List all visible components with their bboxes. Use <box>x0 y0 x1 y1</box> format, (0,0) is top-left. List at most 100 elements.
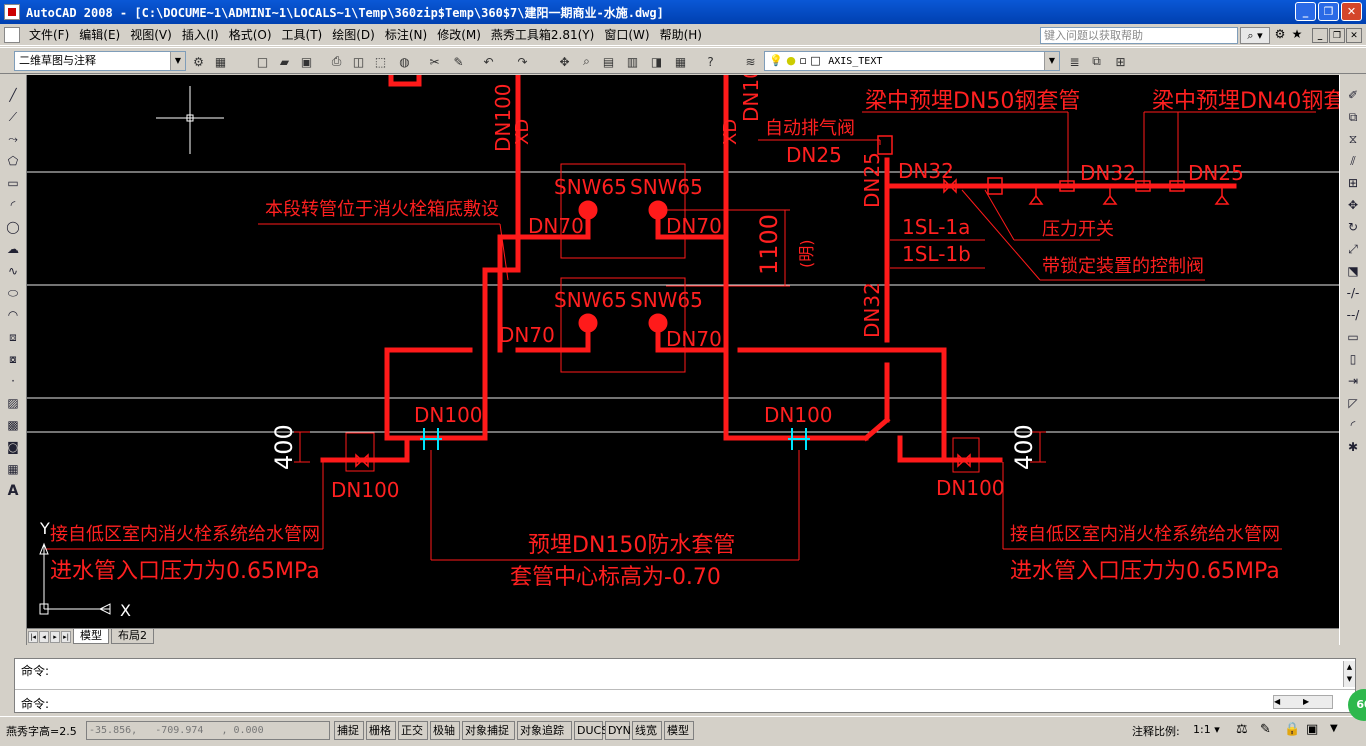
menu-item[interactable]: 插入(I) <box>177 25 224 45</box>
command-input[interactable]: 命令: <box>21 695 49 712</box>
redo-icon[interactable]: ↷ <box>514 53 531 70</box>
erase-icon[interactable]: ✐ <box>1345 87 1361 103</box>
make-block-icon[interactable]: ⧇ <box>5 351 21 367</box>
new-file-icon[interactable]: □ <box>254 53 271 70</box>
break-icon[interactable]: ▯ <box>1345 351 1361 367</box>
minimize-button[interactable]: _ <box>1295 2 1316 21</box>
cut-icon[interactable]: ✂ <box>426 53 443 70</box>
ellipse-arc-icon[interactable]: ◠ <box>5 307 21 323</box>
status-toggle-button[interactable]: DUCS <box>574 721 608 740</box>
polyline-icon[interactable]: ⤳ <box>5 131 21 147</box>
annotation-scale-select[interactable]: 1:1 ▾ <box>1193 723 1220 736</box>
status-toggle-button[interactable]: 正交 <box>398 721 428 740</box>
arc-icon[interactable]: ◜ <box>5 197 21 213</box>
scale-icon[interactable]: ⤢ <box>1345 241 1361 257</box>
design-center-icon[interactable]: ▥ <box>624 53 641 70</box>
markup-icon[interactable]: ◨ <box>648 53 665 70</box>
construction-line-icon[interactable]: ⟋ <box>5 109 21 125</box>
offset-icon[interactable]: ⫽ <box>1345 153 1361 169</box>
ellipse-icon[interactable]: ⬭ <box>5 285 21 301</box>
coordinate-readout[interactable]: -35.856, -709.974 , 0.000 <box>86 721 330 740</box>
workspace-select[interactable]: 二维草图与注释 ▼ <box>14 51 186 71</box>
chevron-down-icon[interactable]: ▼ <box>170 52 185 70</box>
rectangle-icon[interactable]: ▭ <box>5 175 21 191</box>
status-toggle-button[interactable]: 捕捉 <box>334 721 364 740</box>
search-icon[interactable]: ⌕ ▾ <box>1240 27 1270 44</box>
multiline-text-icon[interactable]: A <box>5 483 21 499</box>
mirror-icon[interactable]: ⧖ <box>1345 131 1361 147</box>
prev-tab-icon[interactable]: ◂ <box>39 630 49 643</box>
chamfer-icon[interactable]: ◸ <box>1345 395 1361 411</box>
zoom-icon[interactable]: ⌕ <box>578 53 595 70</box>
spline-icon[interactable]: ∿ <box>5 263 21 279</box>
menu-item[interactable]: 窗口(W) <box>599 25 654 45</box>
publish-icon[interactable]: ⬚ <box>372 53 389 70</box>
speed-badge[interactable]: 60 <box>1348 689 1366 721</box>
save-icon[interactable]: ▣ <box>298 53 315 70</box>
line-icon[interactable]: ╱ <box>5 87 21 103</box>
status-toggle-button[interactable]: 极轴 <box>430 721 460 740</box>
plot-preview-icon[interactable]: ◫ <box>350 53 367 70</box>
polygon-icon[interactable]: ⬠ <box>5 153 21 169</box>
command-hscrollbar[interactable]: ◀ ▶ <box>1273 695 1333 709</box>
fillet-icon[interactable]: ◜ <box>1345 417 1361 433</box>
status-toggle-button[interactable]: 对象捕捉 <box>462 721 515 740</box>
region-icon[interactable]: ◙ <box>5 439 21 455</box>
menu-item[interactable]: 工具(T) <box>277 25 328 45</box>
hatch-icon[interactable]: ▨ <box>5 395 21 411</box>
stretch-icon[interactable]: ⬔ <box>1345 263 1361 279</box>
menu-item[interactable]: 格式(O) <box>224 25 277 45</box>
chevron-down-icon[interactable]: ▼ <box>1044 52 1059 70</box>
point-icon[interactable]: · <box>5 373 21 389</box>
help-icon[interactable]: ? <box>702 53 719 70</box>
array-icon[interactable]: ⊞ <box>1345 175 1361 191</box>
3d-dwf-icon[interactable]: ◍ <box>396 53 413 70</box>
doc-restore-button[interactable]: ❐ <box>1329 28 1345 43</box>
make-current-layer-icon[interactable]: ≣ <box>1066 53 1083 70</box>
favorites-star-icon[interactable]: ★ <box>1289 27 1305 44</box>
next-tab-icon[interactable]: ▸ <box>50 630 60 643</box>
close-button[interactable]: ✕ <box>1341 2 1362 21</box>
doc-close-button[interactable]: ✕ <box>1346 28 1362 43</box>
explode-icon[interactable]: ✱ <box>1345 439 1361 455</box>
table-icon[interactable]: ▦ <box>5 461 21 477</box>
doc-minimize-button[interactable]: _ <box>1312 28 1328 43</box>
circle-icon[interactable]: ◯ <box>5 219 21 235</box>
last-tab-icon[interactable]: ▸| <box>61 630 71 643</box>
undo-icon[interactable]: ↶ <box>480 53 497 70</box>
menu-item[interactable]: 视图(V) <box>125 25 177 45</box>
menu-item[interactable]: 编辑(E) <box>74 25 125 45</box>
tab-model[interactable]: 模型 <box>73 629 109 644</box>
document-icon[interactable] <box>4 26 20 43</box>
autocad-app-icon[interactable] <box>4 4 20 20</box>
status-toggle-button[interactable]: 线宽 <box>632 721 662 740</box>
plot-icon[interactable]: ⎙ <box>328 53 345 70</box>
pan-icon[interactable]: ✥ <box>556 53 573 70</box>
status-toggle-button[interactable]: 栅格 <box>366 721 396 740</box>
break-at-point-icon[interactable]: ▭ <box>1345 329 1361 345</box>
layer-manager-icon[interactable]: ≋ <box>742 53 759 70</box>
menu-item[interactable]: 文件(F) <box>24 25 74 45</box>
move-icon[interactable]: ✥ <box>1345 197 1361 213</box>
menu-item[interactable]: 帮助(H) <box>655 25 707 45</box>
menu-item[interactable]: 燕秀工具箱2.81(Y) <box>486 25 599 45</box>
command-scrollbar[interactable]: ▲ ▼ <box>1343 661 1355 687</box>
match-properties-icon[interactable]: ✎ <box>450 53 467 70</box>
lock-icon[interactable]: 🔒 <box>1284 722 1300 737</box>
drawing-canvas[interactable]: DN100 XD DN10 XD DN70 DN70 DN70 DN70 SNW… <box>27 75 1339 628</box>
status-toggle-button[interactable]: 对象追踪 <box>517 721 572 740</box>
menu-item[interactable]: 绘图(D) <box>327 25 380 45</box>
restore-button[interactable]: ❐ <box>1318 2 1339 21</box>
toolpalette-icon[interactable]: ▦ <box>212 53 229 70</box>
annotation-visibility-icon[interactable]: ⚖ <box>1236 722 1248 737</box>
status-toggle-button[interactable]: 模型 <box>664 721 694 740</box>
status-menu-chevron-icon[interactable]: ▼ <box>1330 723 1338 734</box>
rotate-icon[interactable]: ↻ <box>1345 219 1361 235</box>
gradient-icon[interactable]: ▩ <box>5 417 21 433</box>
status-toggle-button[interactable]: DYN <box>605 721 631 740</box>
help-search-input[interactable]: 键入问题以获取帮助 <box>1040 27 1238 44</box>
layer-select[interactable]: 💡 ● ▫ □ AXIS_TEXT ▼ <box>764 51 1060 71</box>
layer-states-icon[interactable]: ⊞ <box>1112 53 1129 70</box>
menu-item[interactable]: 修改(M) <box>432 25 486 45</box>
extend-icon[interactable]: --/ <box>1345 307 1361 323</box>
